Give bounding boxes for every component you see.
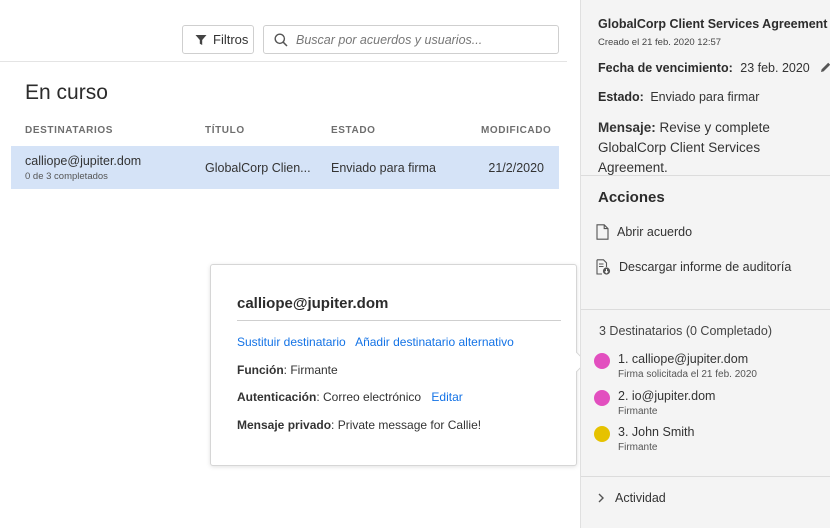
edit-auth-link[interactable]: Editar	[431, 390, 462, 404]
recipient-avatar-icon	[594, 390, 610, 406]
expiration-value: 23 feb. 2020	[740, 61, 810, 75]
filter-icon	[195, 34, 207, 45]
recipient-popover: calliope@jupiter.dom Sustituir destinata…	[210, 264, 587, 466]
search-icon	[274, 33, 288, 47]
recipient-name: 1. calliope@jupiter.dom	[618, 352, 749, 366]
recipients-heading: 3 Destinatarios (0 Completado)	[599, 324, 772, 338]
table-row[interactable]: calliope@jupiter.dom 0 de 3 completados …	[11, 146, 559, 189]
recipient-name: 3. John Smith	[618, 425, 695, 439]
document-icon	[596, 224, 609, 240]
private-message-label: Mensaje privado	[237, 418, 332, 432]
recipient-name: 2. io@jupiter.dom	[618, 389, 716, 403]
private-message-value: Private message for Callie!	[337, 418, 482, 432]
app-root: Filtros Buscar por acuerdos y usuarios..…	[0, 0, 830, 528]
message-label: Mensaje:	[598, 120, 656, 135]
recipient-sub: Firma solicitada el 21 feb. 2020	[618, 369, 757, 380]
popover-private-message: Mensaje privado: Private message for Cal…	[237, 418, 482, 432]
search-placeholder: Buscar por acuerdos y usuarios...	[296, 32, 483, 47]
row-progress: 0 de 3 completados	[25, 171, 108, 182]
pencil-icon[interactable]	[820, 61, 830, 73]
column-header-title[interactable]: TÍTULO	[205, 125, 245, 136]
message-line: Mensaje: Revise y complete GlobalCorp Cl…	[598, 118, 826, 178]
popover-recipient-email: calliope@jupiter.dom	[237, 295, 389, 312]
popover-divider	[237, 320, 561, 321]
status-label: Estado:	[598, 90, 644, 104]
audit-report-icon	[596, 259, 611, 275]
open-agreement-action[interactable]: Abrir acuerdo	[596, 224, 692, 240]
download-audit-report-action[interactable]: Descargar informe de auditoría	[596, 259, 791, 275]
search-input[interactable]: Buscar por acuerdos y usuarios...	[263, 25, 559, 54]
column-header-modified[interactable]: MODIFICADO	[481, 125, 551, 136]
agreement-title: GlobalCorp Client Services Agreement	[598, 17, 828, 31]
status-value: Enviado para firmar	[650, 90, 760, 104]
activity-label: Actividad	[615, 491, 666, 505]
add-alternate-recipient-link[interactable]: Añadir destinatario alternativo	[355, 335, 514, 349]
details-panel: GlobalCorp Client Services Agreement Cre…	[580, 0, 830, 528]
replace-recipient-link[interactable]: Sustituir destinatario	[237, 335, 346, 349]
role-label: Función	[237, 363, 284, 377]
section-title: En curso	[25, 81, 108, 104]
download-audit-report-label: Descargar informe de auditoría	[619, 260, 792, 274]
expiration-line: Fecha de vencimiento: 23 feb. 2020	[598, 61, 830, 75]
column-header-status[interactable]: ESTADO	[331, 125, 376, 136]
role-value: Firmante	[290, 363, 338, 377]
filters-button-label: Filtros	[213, 32, 249, 47]
created-date: Creado el 21 feb. 2020 12:57	[598, 37, 722, 48]
filters-button[interactable]: Filtros	[182, 25, 254, 54]
popover-authentication: Autenticación: Correo electrónico Editar	[237, 390, 463, 404]
recipient-avatar-icon	[594, 353, 610, 369]
chevron-right-icon	[598, 493, 604, 503]
recipient-sub: Firmante	[618, 442, 658, 453]
recipient-sub: Firmante	[618, 406, 658, 417]
actions-heading: Acciones	[598, 189, 665, 206]
recipient-avatar-icon	[594, 426, 610, 442]
auth-value: Correo electrónico	[323, 390, 422, 404]
column-header-recipients[interactable]: DESTINATARIOS	[25, 125, 113, 136]
divider	[0, 61, 567, 62]
status-line: Estado: Enviado para firmar	[598, 90, 759, 104]
popover-role: Función: Firmante	[237, 363, 338, 377]
row-modified: 21/2/2020	[488, 161, 544, 175]
row-recipient: calliope@jupiter.dom	[25, 154, 142, 168]
auth-label: Autenticación	[237, 390, 317, 404]
activity-toggle[interactable]: Actividad	[597, 491, 666, 505]
open-agreement-label: Abrir acuerdo	[617, 225, 693, 239]
agreement-list-pane: Filtros Buscar por acuerdos y usuarios..…	[0, 0, 587, 528]
divider	[581, 309, 830, 310]
row-title: GlobalCorp Clien...	[205, 161, 311, 175]
divider	[581, 175, 830, 176]
expiration-label: Fecha de vencimiento:	[598, 61, 733, 75]
row-status: Enviado para firma	[331, 161, 436, 175]
divider	[581, 476, 830, 477]
